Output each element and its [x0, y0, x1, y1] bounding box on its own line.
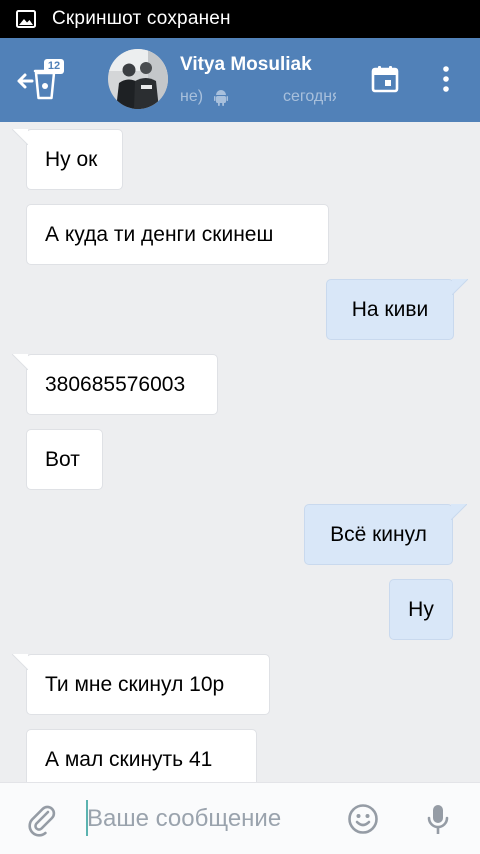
microphone-icon — [427, 805, 449, 834]
message-bubble[interactable]: Ну ок — [12, 129, 123, 190]
message-bubble[interactable]: Ну — [389, 579, 453, 640]
message-text: Ну — [408, 597, 434, 621]
contact-name[interactable]: Vitya Mosuliak — [180, 54, 336, 76]
android-icon — [214, 90, 228, 106]
message-bubble[interactable]: Всё кинул — [304, 504, 467, 565]
chat-toolbar: 12 Vitya Mosuliak не) сегодня — [0, 38, 480, 122]
paperclip-icon — [28, 805, 56, 837]
calendar-button[interactable] — [370, 64, 400, 94]
message-text: А мал скинуть 41 — [45, 747, 213, 771]
status-text-right: сегодня — [283, 88, 336, 105]
attach-button[interactable] — [26, 803, 58, 837]
image-icon — [16, 10, 36, 28]
avatar[interactable] — [108, 49, 168, 109]
message-input-bar — [0, 782, 480, 854]
avatar-photo-icon — [108, 49, 168, 109]
contact-status: не) сегодня — [180, 88, 336, 108]
message-bubble[interactable]: Вот — [26, 429, 103, 490]
unread-count-badge: 12 — [44, 59, 64, 74]
message-list[interactable]: Ну ок А куда ти денги скинеш На киви 380… — [0, 122, 480, 782]
message-text: 380685576003 — [45, 372, 186, 396]
message-bubble[interactable]: А мал скинуть 41 — [26, 729, 257, 782]
message-text: А куда ти денги скинеш — [45, 222, 274, 246]
bubble-tail — [12, 129, 28, 145]
message-bubble[interactable]: Ти мне скинул 10р — [12, 654, 270, 715]
status-bar: Скриншот сохранен — [0, 0, 480, 38]
emoji-button[interactable] — [347, 803, 379, 835]
message-text: Ти мне скинул 10р — [45, 672, 225, 696]
more-vert-icon — [443, 66, 449, 92]
message-text: Вот — [45, 447, 80, 471]
bubble-tail — [452, 279, 468, 295]
bubble-tail — [451, 504, 467, 520]
message-bubble[interactable]: 380685576003 — [12, 354, 218, 415]
voice-message-button[interactable] — [426, 803, 450, 837]
message-bubble[interactable]: А куда ти денги скинеш — [26, 204, 329, 265]
status-text-left: не) — [180, 88, 204, 105]
message-bubble[interactable]: На киви — [326, 279, 468, 340]
bubble-tail — [12, 354, 28, 370]
calendar-icon — [371, 66, 399, 93]
message-text: Всё кинул — [330, 522, 427, 546]
bubble-tail — [12, 654, 28, 670]
smiley-icon — [348, 804, 378, 834]
message-text: На киви — [351, 297, 429, 321]
message-input[interactable] — [87, 797, 332, 841]
more-options-button[interactable] — [436, 64, 456, 94]
screenshot-saved-notification: Скриншот сохранен — [52, 8, 231, 29]
message-text: Ну ок — [45, 147, 98, 171]
